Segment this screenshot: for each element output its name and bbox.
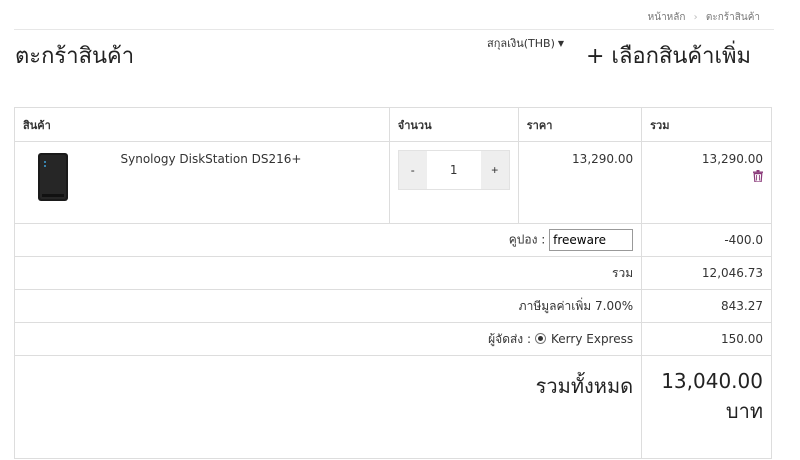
item-total-cell: 13,290.00	[641, 141, 772, 224]
shipping-option-label: Kerry Express	[551, 331, 634, 346]
header-price: ราคา	[517, 107, 643, 142]
cart-table: สินค้า จำนวน ราคา รวม Synology DiskStati…	[13, 107, 772, 459]
shipping-cell: ผู้จัดส่ง : Kerry Express	[13, 322, 643, 356]
shipping-row: ผู้จัดส่ง : Kerry Express 150.00	[13, 322, 772, 356]
grand-total-unit: บาท	[725, 399, 763, 423]
breadcrumb: หน้าหลัก › ตะกร้าสินค้า	[648, 10, 760, 25]
product-image[interactable]	[37, 152, 69, 202]
breadcrumb-separator: ›	[693, 12, 698, 23]
vat-amount: 843.27	[641, 289, 772, 323]
caret-down-icon: ▼	[557, 39, 565, 48]
table-header-row: สินค้า จำนวน ราคา รวม	[14, 107, 772, 142]
table-row: Synology DiskStation DS216+ - + 13,290.0…	[14, 141, 772, 224]
coupon-amount: -400.0	[641, 223, 772, 257]
product-cell: Synology DiskStation DS216+	[14, 141, 390, 224]
grand-total-cell: 13,040.00 บาท	[641, 355, 772, 459]
currency-label: สกุลเงิน(THB)	[487, 37, 555, 50]
breadcrumb-current: ตะกร้าสินค้า	[705, 12, 760, 23]
header-total: รวม	[641, 107, 772, 142]
item-total: 13,290.00	[701, 152, 763, 166]
grand-total-row: รวมทั้งหมด 13,040.00 บาท	[13, 355, 772, 459]
header-product: สินค้า	[14, 107, 390, 142]
subtotal-amount: 12,046.73	[641, 256, 772, 290]
add-more-products-link[interactable]: + เลือกสินค้าเพิ่ม	[586, 38, 751, 73]
grand-total-amount: 13,040.00	[661, 369, 763, 393]
coupon-row: คูปอง : -400.0	[13, 223, 772, 257]
header-qty: จำนวน	[388, 107, 519, 142]
shipping-radio[interactable]	[535, 332, 547, 344]
coupon-label: คูปอง :	[508, 232, 546, 247]
shipping-label: ผู้จัดส่ง :	[488, 331, 532, 346]
shipping-amount: 150.00	[641, 322, 772, 356]
page-title: ตะกร้าสินค้า	[15, 44, 135, 69]
vat-label: ภาษีมูลค่าเพิ่ม 7.00%	[13, 289, 643, 323]
subtotal-label: รวม	[13, 256, 643, 290]
qty-increase-button[interactable]: +	[480, 151, 509, 189]
qty-input[interactable]	[426, 151, 481, 189]
currency-dropdown[interactable]: สกุลเงิน(THB) ▼	[487, 34, 564, 52]
vat-row: ภาษีมูลค่าเพิ่ม 7.00% 843.27	[13, 289, 772, 323]
qty-cell: - +	[388, 141, 519, 224]
top-divider	[14, 29, 774, 30]
product-name-link[interactable]: Synology DiskStation DS216+	[121, 152, 302, 166]
subtotal-row: รวม 12,046.73	[13, 256, 772, 290]
quantity-stepper: - +	[397, 150, 510, 190]
coupon-cell: คูปอง :	[13, 223, 643, 257]
grand-total-label: รวมทั้งหมด	[13, 355, 643, 459]
qty-decrease-button[interactable]: -	[398, 151, 427, 189]
coupon-input[interactable]	[549, 229, 634, 251]
breadcrumb-home-link[interactable]: หน้าหลัก	[648, 12, 686, 23]
trash-icon[interactable]	[753, 170, 763, 182]
item-price: 13,290.00	[517, 141, 643, 224]
